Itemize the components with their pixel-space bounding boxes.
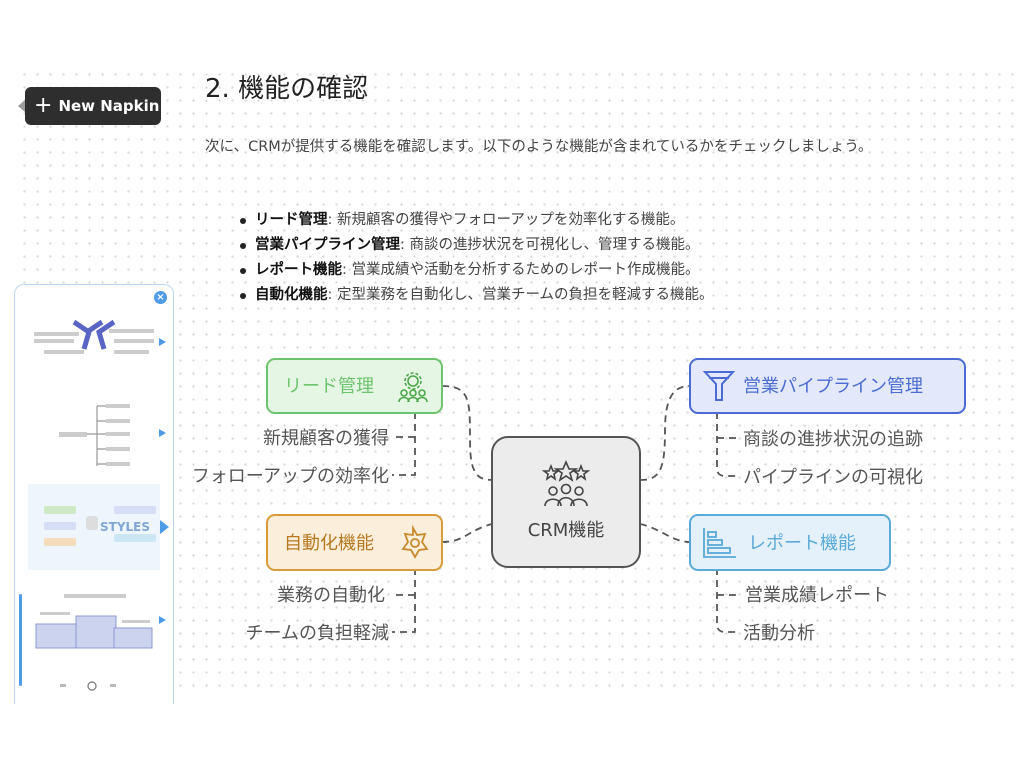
- leaf-node: 新規顧客の獲得: [263, 428, 389, 449]
- connector: [392, 568, 416, 633]
- branch-node-lead[interactable]: リード管理: [266, 358, 443, 414]
- style-thumbnail[interactable]: [35, 594, 166, 649]
- leaf-node: フォローアップの効率化: [192, 466, 389, 487]
- style-thumbnail[interactable]: [60, 681, 116, 691]
- center-node-label: CRM機能: [528, 520, 605, 541]
- branch-node-label: リード管理: [284, 376, 374, 397]
- branch-node-label: レポート機能: [748, 533, 856, 554]
- styles-label[interactable]: STYLES: [100, 520, 150, 534]
- connector: [392, 412, 416, 476]
- leaf-node: チームの負担軽減: [246, 623, 389, 644]
- connector: [716, 568, 738, 633]
- leaf-node: 業務の自動化: [277, 585, 385, 606]
- leaf-node: 営業成績レポート: [745, 585, 889, 606]
- connector: [639, 385, 691, 481]
- connector: [639, 523, 691, 543]
- leaf-node: 活動分析: [743, 623, 815, 644]
- branch-node-automation[interactable]: 自動化機能: [266, 514, 443, 571]
- style-thumbnails[interactable]: [14, 284, 174, 704]
- panel-scrollbar[interactable]: [19, 594, 22, 686]
- connector: [441, 523, 493, 543]
- style-thumbnail[interactable]: [59, 404, 166, 466]
- center-node[interactable]: CRM機能: [491, 436, 641, 568]
- branch-node-report[interactable]: レポート機能: [689, 514, 891, 571]
- style-thumbnail[interactable]: [34, 319, 166, 354]
- connector: [441, 385, 493, 481]
- leaf-node: 商談の進捗状況の追跡: [743, 429, 923, 450]
- branch-node-pipeline[interactable]: 営業パイプライン管理: [689, 358, 966, 414]
- branch-node-label: 営業パイプライン管理: [743, 376, 923, 397]
- branch-node-label: 自動化機能: [284, 533, 374, 554]
- leaf-node: パイプラインの可視化: [743, 467, 923, 488]
- connector: [716, 412, 738, 477]
